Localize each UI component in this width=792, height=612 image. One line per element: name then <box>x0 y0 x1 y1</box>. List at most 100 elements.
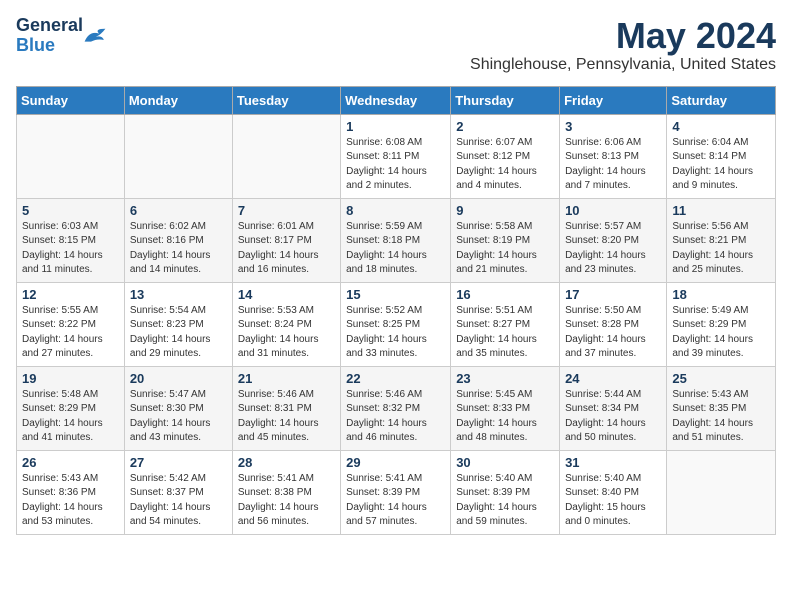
calendar-cell: 28 Sunrise: 5:41 AM Sunset: 8:38 PM Dayli… <box>232 450 340 534</box>
day-number: 10 <box>565 203 661 218</box>
logo: General Blue <box>16 16 107 56</box>
day-info: Sunrise: 5:54 AM Sunset: 8:23 PM Dayligh… <box>130 304 227 362</box>
day-info: Sunrise: 5:46 AM Sunset: 8:31 PM Dayligh… <box>238 388 335 446</box>
day-number: 16 <box>456 287 554 302</box>
day-number: 14 <box>238 287 335 302</box>
day-info: Sunrise: 5:57 AM Sunset: 8:20 PM Dayligh… <box>565 220 661 278</box>
day-number: 7 <box>238 203 335 218</box>
day-info: Sunrise: 6:02 AM Sunset: 8:16 PM Dayligh… <box>130 220 227 278</box>
title-block: May 2024 Shinglehouse, Pennsylvania, Uni… <box>470 16 776 74</box>
day-info: Sunrise: 5:40 AM Sunset: 8:40 PM Dayligh… <box>565 472 661 530</box>
logo-bird-icon <box>83 27 107 45</box>
calendar-cell <box>667 450 776 534</box>
calendar-cell: 22 Sunrise: 5:46 AM Sunset: 8:32 PM Dayli… <box>341 366 451 450</box>
day-number: 15 <box>346 287 445 302</box>
calendar-cell: 2 Sunrise: 6:07 AM Sunset: 8:12 PM Daylig… <box>451 114 560 198</box>
day-info: Sunrise: 5:48 AM Sunset: 8:29 PM Dayligh… <box>22 388 119 446</box>
weekday-header-friday: Friday <box>560 86 667 114</box>
weekday-header-saturday: Saturday <box>667 86 776 114</box>
day-info: Sunrise: 5:44 AM Sunset: 8:34 PM Dayligh… <box>565 388 661 446</box>
day-number: 29 <box>346 455 445 470</box>
day-info: Sunrise: 5:55 AM Sunset: 8:22 PM Dayligh… <box>22 304 119 362</box>
day-number: 20 <box>130 371 227 386</box>
day-number: 3 <box>565 119 661 134</box>
day-info: Sunrise: 5:51 AM Sunset: 8:27 PM Dayligh… <box>456 304 554 362</box>
calendar-cell: 23 Sunrise: 5:45 AM Sunset: 8:33 PM Dayli… <box>451 366 560 450</box>
calendar-week-row: 12 Sunrise: 5:55 AM Sunset: 8:22 PM Dayli… <box>17 282 776 366</box>
logo-general-text: General <box>16 15 83 35</box>
day-info: Sunrise: 5:58 AM Sunset: 8:19 PM Dayligh… <box>456 220 554 278</box>
day-info: Sunrise: 5:56 AM Sunset: 8:21 PM Dayligh… <box>672 220 770 278</box>
calendar-cell <box>232 114 340 198</box>
day-number: 22 <box>346 371 445 386</box>
calendar-cell: 31 Sunrise: 5:40 AM Sunset: 8:40 PM Dayli… <box>560 450 667 534</box>
day-info: Sunrise: 5:43 AM Sunset: 8:36 PM Dayligh… <box>22 472 119 530</box>
calendar-cell: 29 Sunrise: 5:41 AM Sunset: 8:39 PM Dayli… <box>341 450 451 534</box>
day-info: Sunrise: 5:41 AM Sunset: 8:38 PM Dayligh… <box>238 472 335 530</box>
day-info: Sunrise: 6:06 AM Sunset: 8:13 PM Dayligh… <box>565 136 661 194</box>
calendar-cell: 21 Sunrise: 5:46 AM Sunset: 8:31 PM Dayli… <box>232 366 340 450</box>
calendar-week-row: 5 Sunrise: 6:03 AM Sunset: 8:15 PM Daylig… <box>17 198 776 282</box>
weekday-header-monday: Monday <box>124 86 232 114</box>
day-number: 13 <box>130 287 227 302</box>
calendar-cell: 25Sunrise: 5:43 AM Sunset: 8:35 PM Dayli… <box>667 366 776 450</box>
day-number: 21 <box>238 371 335 386</box>
calendar-cell: 7 Sunrise: 6:01 AM Sunset: 8:17 PM Daylig… <box>232 198 340 282</box>
calendar-cell: 8 Sunrise: 5:59 AM Sunset: 8:18 PM Daylig… <box>341 198 451 282</box>
day-info: Sunrise: 6:01 AM Sunset: 8:17 PM Dayligh… <box>238 220 335 278</box>
weekday-header-wednesday: Wednesday <box>341 86 451 114</box>
day-number: 23 <box>456 371 554 386</box>
day-info: Sunrise: 5:41 AM Sunset: 8:39 PM Dayligh… <box>346 472 445 530</box>
day-number: 30 <box>456 455 554 470</box>
calendar-cell: 3 Sunrise: 6:06 AM Sunset: 8:13 PM Daylig… <box>560 114 667 198</box>
day-info: Sunrise: 6:03 AM Sunset: 8:15 PM Dayligh… <box>22 220 119 278</box>
day-number: 24 <box>565 371 661 386</box>
weekday-header-row: SundayMondayTuesdayWednesdayThursdayFrid… <box>17 86 776 114</box>
calendar-cell: 1 Sunrise: 6:08 AM Sunset: 8:11 PM Daylig… <box>341 114 451 198</box>
weekday-header-thursday: Thursday <box>451 86 560 114</box>
day-number: 5 <box>22 203 119 218</box>
calendar-cell: 15Sunrise: 5:52 AM Sunset: 8:25 PM Dayli… <box>341 282 451 366</box>
day-info: Sunrise: 5:53 AM Sunset: 8:24 PM Dayligh… <box>238 304 335 362</box>
day-number: 2 <box>456 119 554 134</box>
day-number: 26 <box>22 455 119 470</box>
day-info: Sunrise: 5:42 AM Sunset: 8:37 PM Dayligh… <box>130 472 227 530</box>
month-title: May 2024 <box>470 16 776 56</box>
weekday-header-tuesday: Tuesday <box>232 86 340 114</box>
calendar-cell: 5 Sunrise: 6:03 AM Sunset: 8:15 PM Daylig… <box>17 198 125 282</box>
day-number: 4 <box>672 119 770 134</box>
location-title: Shinglehouse, Pennsylvania, United State… <box>470 56 776 74</box>
day-number: 1 <box>346 119 445 134</box>
day-number: 31 <box>565 455 661 470</box>
calendar-cell: 24 Sunrise: 5:44 AM Sunset: 8:34 PM Dayli… <box>560 366 667 450</box>
day-info: Sunrise: 6:07 AM Sunset: 8:12 PM Dayligh… <box>456 136 554 194</box>
calendar-cell: 12 Sunrise: 5:55 AM Sunset: 8:22 PM Dayli… <box>17 282 125 366</box>
day-info: Sunrise: 5:49 AM Sunset: 8:29 PM Dayligh… <box>672 304 770 362</box>
calendar-cell: 16 Sunrise: 5:51 AM Sunset: 8:27 PM Dayli… <box>451 282 560 366</box>
weekday-header-sunday: Sunday <box>17 86 125 114</box>
calendar-week-row: 1 Sunrise: 6:08 AM Sunset: 8:11 PM Daylig… <box>17 114 776 198</box>
day-info: Sunrise: 6:04 AM Sunset: 8:14 PM Dayligh… <box>672 136 770 194</box>
calendar-table: SundayMondayTuesdayWednesdayThursdayFrid… <box>16 86 776 535</box>
day-number: 25 <box>672 371 770 386</box>
calendar-cell: 9Sunrise: 5:58 AM Sunset: 8:19 PM Daylig… <box>451 198 560 282</box>
day-info: Sunrise: 5:46 AM Sunset: 8:32 PM Dayligh… <box>346 388 445 446</box>
calendar-cell: 20 Sunrise: 5:47 AM Sunset: 8:30 PM Dayli… <box>124 366 232 450</box>
day-info: Sunrise: 5:59 AM Sunset: 8:18 PM Dayligh… <box>346 220 445 278</box>
day-number: 11 <box>672 203 770 218</box>
calendar-cell <box>124 114 232 198</box>
calendar-cell: 14 Sunrise: 5:53 AM Sunset: 8:24 PM Dayli… <box>232 282 340 366</box>
day-number: 12 <box>22 287 119 302</box>
day-number: 28 <box>238 455 335 470</box>
day-info: Sunrise: 5:45 AM Sunset: 8:33 PM Dayligh… <box>456 388 554 446</box>
day-number: 27 <box>130 455 227 470</box>
day-info: Sunrise: 6:08 AM Sunset: 8:11 PM Dayligh… <box>346 136 445 194</box>
day-info: Sunrise: 5:50 AM Sunset: 8:28 PM Dayligh… <box>565 304 661 362</box>
day-number: 8 <box>346 203 445 218</box>
calendar-cell: 13 Sunrise: 5:54 AM Sunset: 8:23 PM Dayli… <box>124 282 232 366</box>
day-info: Sunrise: 5:47 AM Sunset: 8:30 PM Dayligh… <box>130 388 227 446</box>
calendar-cell: 19Sunrise: 5:48 AM Sunset: 8:29 PM Dayli… <box>17 366 125 450</box>
calendar-cell: 18 Sunrise: 5:49 AM Sunset: 8:29 PM Dayli… <box>667 282 776 366</box>
day-number: 18 <box>672 287 770 302</box>
day-info: Sunrise: 5:40 AM Sunset: 8:39 PM Dayligh… <box>456 472 554 530</box>
